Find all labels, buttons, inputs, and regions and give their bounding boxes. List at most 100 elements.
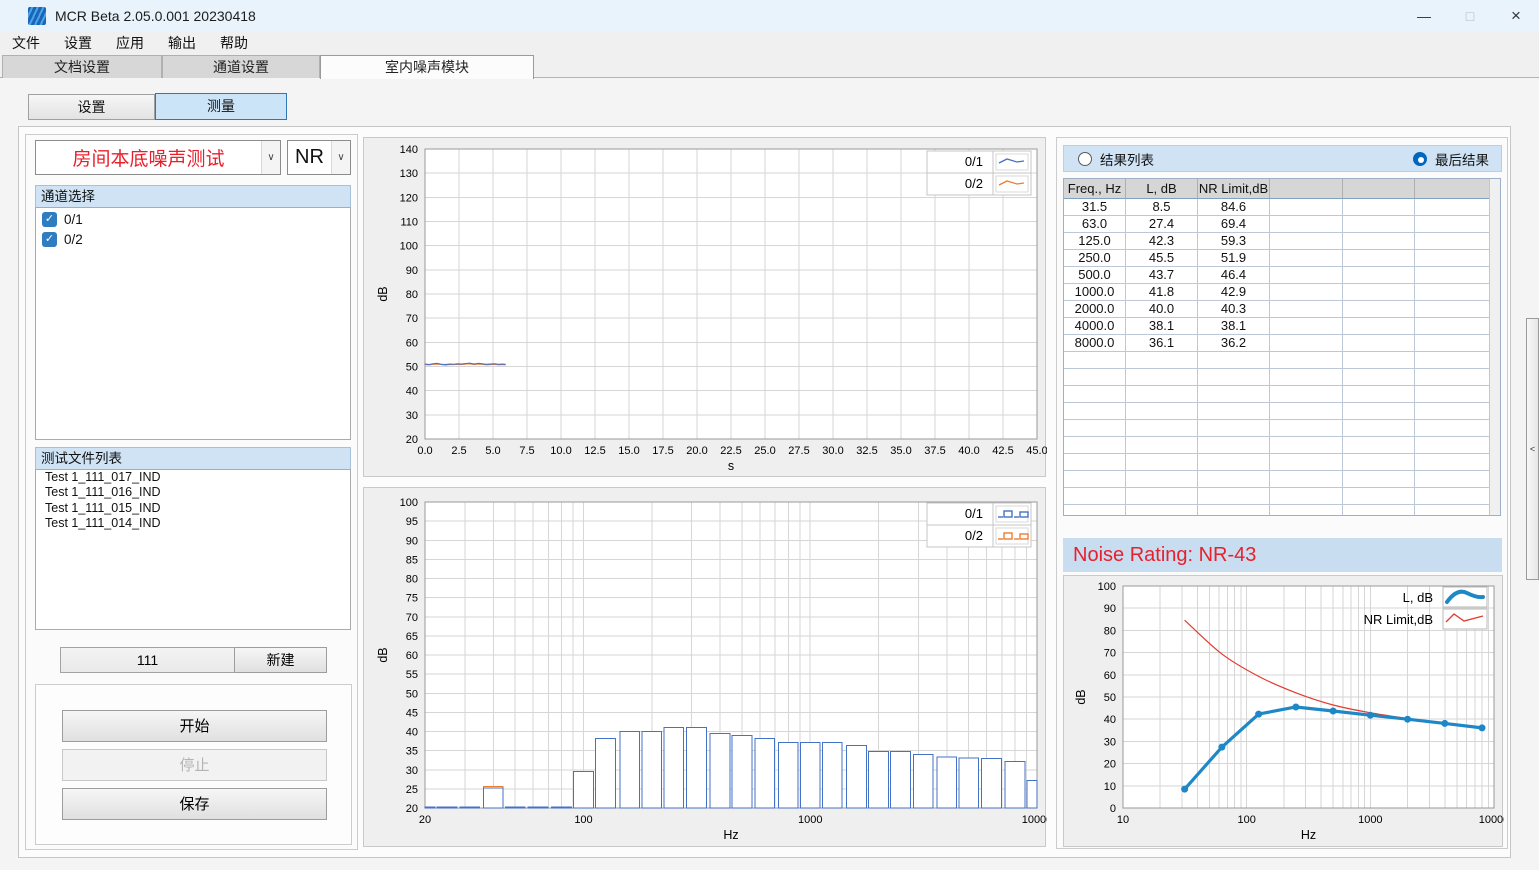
table-header-cell (1415, 179, 1491, 199)
checkbox-checked-icon[interactable]: ✓ (42, 232, 57, 247)
chevron-down-icon[interactable]: ∨ (261, 141, 280, 174)
table-cell: 46.4 (1198, 267, 1270, 284)
tab-doc-settings[interactable]: 文档设置 (2, 55, 162, 78)
table-cell (1343, 250, 1415, 267)
table-cell (1415, 488, 1491, 505)
table-cell: 8.5 (1126, 199, 1198, 216)
save-button[interactable]: 保存 (62, 788, 327, 820)
svg-text:NR Limit,dB: NR Limit,dB (1364, 612, 1433, 627)
radio-last-result[interactable] (1413, 152, 1427, 166)
file-list-item[interactable]: Test 1_111_016_IND (36, 485, 350, 500)
chevron-down-icon[interactable]: ∨ (331, 141, 350, 174)
svg-text:60: 60 (406, 650, 418, 662)
tab-measure[interactable]: 测量 (155, 93, 287, 120)
table-row (1064, 437, 1500, 454)
table-row: 1000.041.842.9 (1064, 284, 1500, 301)
table-cell (1270, 403, 1343, 420)
checkbox-checked-icon[interactable]: ✓ (42, 212, 57, 227)
channel-item[interactable]: ✓ 0/1 (42, 210, 350, 228)
table-cell: 4000.0 (1064, 318, 1126, 335)
table-cell (1415, 301, 1491, 318)
table-cell (1064, 403, 1126, 420)
table-cell (1415, 369, 1491, 386)
test-type-combobox[interactable]: 房间本底噪声测试 ∨ (35, 140, 281, 175)
table-cell (1270, 488, 1343, 505)
tab-settings[interactable]: 设置 (28, 94, 155, 120)
table-cell (1270, 216, 1343, 233)
table-cell: 38.1 (1126, 318, 1198, 335)
tab-room-noise[interactable]: 室内噪声模块 (320, 55, 534, 79)
radio-result-list[interactable] (1078, 152, 1092, 166)
table-cell (1198, 420, 1270, 437)
file-list-item[interactable]: Test 1_111_014_IND (36, 516, 350, 531)
svg-text:90: 90 (406, 535, 418, 547)
rating-type-combobox[interactable]: NR ∨ (287, 140, 351, 175)
svg-text:32.5: 32.5 (856, 445, 877, 457)
file-list-item[interactable]: Test 1_111_017_IND (36, 470, 350, 485)
table-cell (1064, 505, 1126, 516)
collapse-panel-button[interactable]: < (1526, 318, 1539, 580)
table-cell (1415, 199, 1491, 216)
table-header-cell (1270, 179, 1343, 199)
svg-text:60: 60 (406, 337, 418, 349)
table-row (1064, 386, 1500, 403)
svg-text:7.5: 7.5 (519, 445, 534, 457)
table-cell (1126, 488, 1198, 505)
table-cell: 1000.0 (1064, 284, 1126, 301)
minimize-icon[interactable]: — (1401, 0, 1447, 32)
table-row: 63.027.469.4 (1064, 216, 1500, 233)
stop-button[interactable]: 停止 (62, 749, 327, 781)
tab-bar: 文档设置通道设置室内噪声模块 (0, 55, 1539, 78)
table-cell (1343, 505, 1415, 516)
svg-text:20.0: 20.0 (686, 445, 707, 457)
table-cell: 51.9 (1198, 250, 1270, 267)
table-row (1064, 505, 1500, 516)
table-cell (1343, 284, 1415, 301)
svg-text:100: 100 (400, 497, 418, 509)
table-cell (1415, 250, 1491, 267)
menu-item-3[interactable]: 应用 (104, 32, 156, 55)
table-cell (1270, 437, 1343, 454)
table-cell: 84.6 (1198, 199, 1270, 216)
table-cell: 125.0 (1064, 233, 1126, 250)
table-scrollbar[interactable] (1489, 179, 1500, 515)
menu-item-2[interactable]: 设置 (52, 32, 104, 55)
new-button[interactable]: 新建 (234, 647, 327, 673)
table-cell: 41.8 (1126, 284, 1198, 301)
table-cell: 36.2 (1198, 335, 1270, 352)
svg-text:140: 140 (400, 144, 418, 156)
close-icon[interactable]: × (1493, 0, 1539, 32)
maximize-icon[interactable]: □ (1447, 0, 1493, 32)
channel-item[interactable]: ✓0/2 (42, 230, 350, 248)
svg-text:s: s (728, 459, 734, 473)
svg-text:30: 30 (406, 765, 418, 777)
table-cell (1415, 267, 1491, 284)
time-history-chart: 20304050607080901001101201301400.02.55.0… (363, 137, 1046, 477)
menu-item-1[interactable]: 文件 (0, 32, 52, 55)
file-name-input[interactable] (60, 647, 235, 673)
table-cell (1415, 505, 1491, 516)
svg-text:95: 95 (406, 516, 418, 528)
svg-text:30: 30 (406, 410, 418, 422)
table-cell (1198, 386, 1270, 403)
svg-text:0/2: 0/2 (965, 176, 983, 191)
svg-text:50: 50 (1104, 692, 1116, 704)
svg-text:40: 40 (406, 386, 418, 398)
start-button[interactable]: 开始 (62, 710, 327, 742)
table-cell (1064, 420, 1126, 437)
channel-label: 0/1 (64, 212, 83, 227)
file-list: Test 1_111_017_INDTest 1_111_016_INDTest… (35, 469, 351, 630)
table-cell (1343, 403, 1415, 420)
file-list-item[interactable]: Test 1_111_015_IND (36, 501, 350, 516)
table-cell (1343, 301, 1415, 318)
tab-channel-settings[interactable]: 通道设置 (162, 55, 320, 78)
svg-text:0: 0 (1110, 803, 1116, 815)
channel-section-header: 通道选择 (35, 185, 351, 208)
module-content: 设置 测量 房间本底噪声测试 ∨ NR ∨ 通道选择 ✓0/1✓0/2 测试文件… (0, 78, 1539, 870)
menu-item-5[interactable]: 帮助 (208, 32, 260, 55)
menu-item-4[interactable]: 输出 (156, 32, 208, 55)
svg-text:100: 100 (1098, 581, 1116, 593)
svg-text:50: 50 (406, 688, 418, 700)
svg-text:Hz: Hz (1301, 828, 1316, 842)
svg-text:55: 55 (406, 669, 418, 681)
